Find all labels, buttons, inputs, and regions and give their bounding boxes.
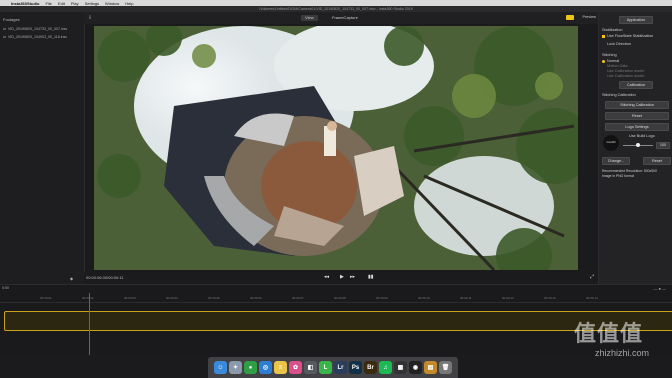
menu-edit[interactable]: Edit xyxy=(55,1,68,6)
ruler-tick: 00:00:03 xyxy=(124,296,136,300)
play-button[interactable]: ▶ xyxy=(340,274,344,280)
playhead[interactable] xyxy=(89,293,90,355)
slider-handle[interactable] xyxy=(636,143,640,147)
logo-settings-button[interactable]: Logo Settings xyxy=(605,123,669,131)
timeline-start: 0:00 xyxy=(2,286,9,290)
pause-marker-button[interactable]: ▮▮ xyxy=(368,274,374,280)
change-button[interactable]: Change... xyxy=(602,157,630,165)
use-build-logo-label[interactable]: Use Build Logo xyxy=(629,134,655,138)
footage-item[interactable]: VID_20190820_104903_00_118.insv xyxy=(0,33,84,41)
ruler-tick: 00:00:12 xyxy=(502,296,514,300)
recommended-resolution: Recommended Resolution: 500x500 xyxy=(602,169,657,173)
stitch-normal-label: Normal xyxy=(607,59,620,63)
screenshot-icon[interactable]: ◧ xyxy=(304,361,317,374)
trash-icon[interactable]: 🗑 xyxy=(439,361,452,374)
ruler-tick: 00:00:09 xyxy=(376,296,388,300)
menu-file[interactable]: File xyxy=(42,1,54,6)
ruler-tick: 00:00:14 xyxy=(586,296,598,300)
import-icon[interactable]: ⇩ xyxy=(88,15,92,21)
footage-panel: Footages VID_20190820_104733_00_007.insv… xyxy=(0,12,85,284)
stitch-option[interactable]: Use Calibration model xyxy=(607,74,644,78)
dock: ☺ ✦ ● ◎ ≡ ✿ ◧ L Lr Ps Br ♫ ▦ ◉ ▤ 🗑 xyxy=(208,357,458,378)
menu-window[interactable]: Window xyxy=(102,1,122,6)
stitch-normal-radio[interactable] xyxy=(602,60,605,63)
step-forward-button[interactable]: ▸▸ xyxy=(350,274,355,280)
bridge-icon[interactable]: Br xyxy=(364,361,377,374)
preview-toggle[interactable] xyxy=(566,15,574,20)
calibration-button[interactable]: Calibration xyxy=(619,81,653,89)
step-back-button[interactable]: ◂◂ xyxy=(324,274,329,280)
menu-play[interactable]: Play xyxy=(68,1,82,6)
stitch-option[interactable]: Use Calibration model xyxy=(607,69,644,73)
watermark-logo: 值值值 xyxy=(574,321,644,346)
grid-icon[interactable]: ▦ xyxy=(394,361,407,374)
reset-button[interactable]: Reset xyxy=(605,112,669,120)
viewer-toolbar: ⇩ View FrameCapture Preview xyxy=(84,12,598,24)
finder-icon[interactable]: ☺ xyxy=(214,361,227,374)
flowstate-checkbox[interactable] xyxy=(602,35,605,38)
stitching-header: Stitching xyxy=(602,53,617,57)
tab-frame-capture[interactable]: FrameCapture xyxy=(328,15,362,21)
chrome-icon[interactable]: ● xyxy=(244,361,257,374)
image-format: Image in PNG format xyxy=(602,174,634,178)
stabilization-header: Stabilization xyxy=(602,28,623,32)
fullscreen-icon[interactable]: ⤢ xyxy=(590,274,594,280)
stitching-calibration-button[interactable]: Stitching Calibration xyxy=(605,101,669,109)
folder-icon[interactable]: ▤ xyxy=(424,361,437,374)
flowstate-label: Use FlowState Stabilization xyxy=(607,34,654,38)
playhead-marker-icon[interactable]: ◆ xyxy=(70,276,73,281)
menu-app[interactable]: Insta360Studio xyxy=(8,1,42,6)
spotify-icon[interactable]: ♫ xyxy=(379,361,392,374)
ruler-tick: 00:00:13 xyxy=(544,296,556,300)
stitching-calibration-header: Stitching Calibration xyxy=(602,93,636,97)
ruler-tick: 00:00:11 xyxy=(460,296,472,300)
ruler-tick: 00:00:06 xyxy=(250,296,262,300)
photos-icon[interactable]: ✿ xyxy=(289,361,302,374)
lock-direction-label[interactable]: Lock Direction xyxy=(607,42,631,46)
video-viewport[interactable] xyxy=(94,26,578,270)
safari-icon[interactable]: ◎ xyxy=(259,361,272,374)
preview-label: Preview xyxy=(582,15,596,19)
ruler-tick: 00:00:04 xyxy=(166,296,178,300)
ruler-tick: 00:00:08 xyxy=(334,296,346,300)
ruler-tick: 00:00:02 xyxy=(82,296,94,300)
stitch-option[interactable]: Motion Data xyxy=(607,64,627,68)
clip-track[interactable] xyxy=(4,311,672,331)
playback-controls: ◆ 00:00:06.00/00:00:11 ◂◂ ▶ ▸▸ ▮▮ ⤢ xyxy=(70,272,598,284)
launchpad-icon[interactable]: ✦ xyxy=(229,361,242,374)
timecode: 00:00:06.00/00:00:11 xyxy=(86,275,124,280)
reset-logo-button[interactable]: Reset xyxy=(643,157,671,165)
menu-help[interactable]: Help xyxy=(122,1,136,6)
logo-preview: insta360 xyxy=(603,135,619,151)
tab-view[interactable]: View xyxy=(301,15,318,21)
tiny-planet-frame xyxy=(94,26,578,270)
settings-panel: Application Stabilization Use FlowState … xyxy=(598,12,672,284)
footage-header: Footages xyxy=(3,17,20,22)
lightroom-icon[interactable]: Lr xyxy=(334,361,347,374)
ruler-tick: 00:00:05 xyxy=(208,296,220,300)
insta360-icon[interactable]: ◉ xyxy=(409,361,422,374)
logo-size-value[interactable]: 100 xyxy=(656,142,670,149)
watermark-url: zhizhizhi.com xyxy=(594,348,650,358)
line-icon[interactable]: L xyxy=(319,361,332,374)
apply-button[interactable]: Application xyxy=(619,16,653,24)
ruler-tick: 00:00:01 xyxy=(40,296,52,300)
notes-icon[interactable]: ≡ xyxy=(274,361,287,374)
photoshop-icon[interactable]: Ps xyxy=(349,361,362,374)
timeline-ruler: 00:00:01 00:00:02 00:00:03 00:00:04 00:0… xyxy=(0,292,672,303)
ruler-tick: 00:00:07 xyxy=(292,296,304,300)
ruler-tick: 00:00:10 xyxy=(418,296,430,300)
timeline[interactable]: 0:00 — ● — 00:00:01 00:00:02 00:00:03 00… xyxy=(0,284,672,355)
footage-item[interactable]: VID_20190820_104733_00_007.insv xyxy=(0,25,84,33)
menu-settings[interactable]: Settings xyxy=(82,1,102,6)
zoom-control[interactable]: — ● — xyxy=(653,286,666,291)
watermark: 值值值 zhizhizhi.com xyxy=(574,316,670,358)
